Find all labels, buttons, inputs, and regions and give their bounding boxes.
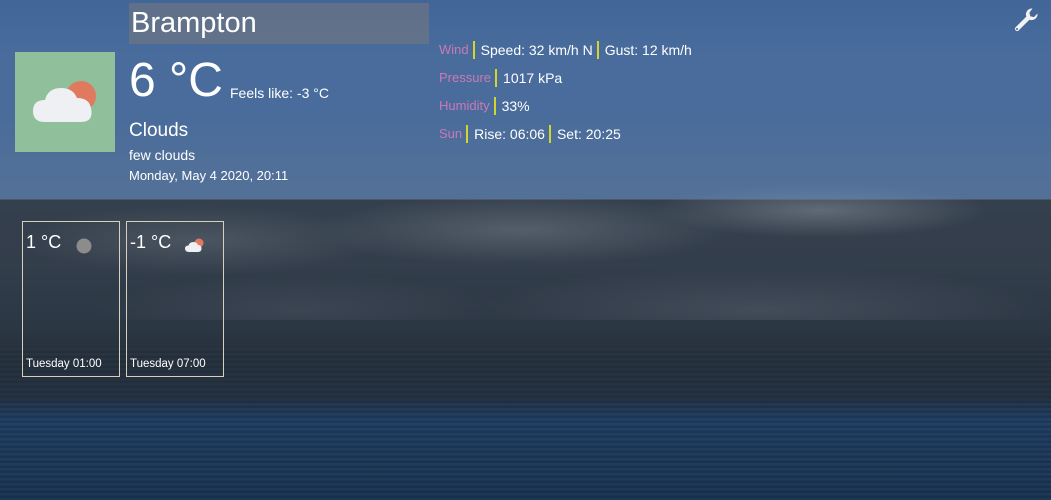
pressure-row: Pressure 1017 kPa — [439, 64, 696, 92]
clear-night-icon — [76, 236, 96, 256]
wind-row: Wind Speed: 32 km/h N Gust: 12 km/h — [439, 36, 696, 64]
feels-like: Feels like: -3 °C — [230, 85, 329, 101]
cloud-with-sun-icon — [15, 52, 115, 152]
sunset: Set: 20:25 — [556, 126, 621, 142]
weather-condition: Clouds — [129, 120, 189, 141]
forecast-temperature: 1 °C — [26, 232, 62, 252]
humidity-value: 33% — [501, 98, 530, 114]
wind-speed: Speed: 32 km/h N — [475, 41, 599, 59]
sun-label: Sun — [439, 125, 469, 143]
weather-details: Wind Speed: 32 km/h N Gust: 12 km/h Pres… — [439, 36, 696, 148]
current-datetime: Monday, May 4 2020, 20:11 — [129, 168, 289, 183]
wrench-icon[interactable] — [1012, 6, 1040, 34]
city-name[interactable]: Brampton — [129, 3, 429, 44]
current-temperature: 6 °C — [129, 54, 223, 107]
wind-gust: Gust: 12 km/h — [604, 42, 692, 58]
forecast-temperature: -1 °C — [130, 232, 172, 252]
humidity-row: Humidity 33% — [439, 92, 696, 120]
cloud-with-sun-icon — [184, 236, 204, 256]
pressure-label: Pressure — [439, 69, 498, 87]
sun-row: Sun Rise: 06:06 Set: 20:25 — [439, 120, 696, 148]
forecast-time: Tuesday 01:00 — [26, 358, 102, 370]
humidity-label: Humidity — [439, 97, 496, 115]
wind-label: Wind — [439, 41, 475, 59]
forecast-card[interactable]: -1 °C Tuesday 07:00 — [126, 221, 224, 377]
sunrise: Rise: 06:06 — [468, 125, 551, 143]
weather-description: few clouds — [129, 147, 196, 163]
forecast-card[interactable]: 1 °C Tuesday 01:00 — [22, 221, 120, 377]
forecast-time: Tuesday 07:00 — [130, 358, 206, 370]
pressure-value: 1017 kPa — [503, 70, 563, 86]
